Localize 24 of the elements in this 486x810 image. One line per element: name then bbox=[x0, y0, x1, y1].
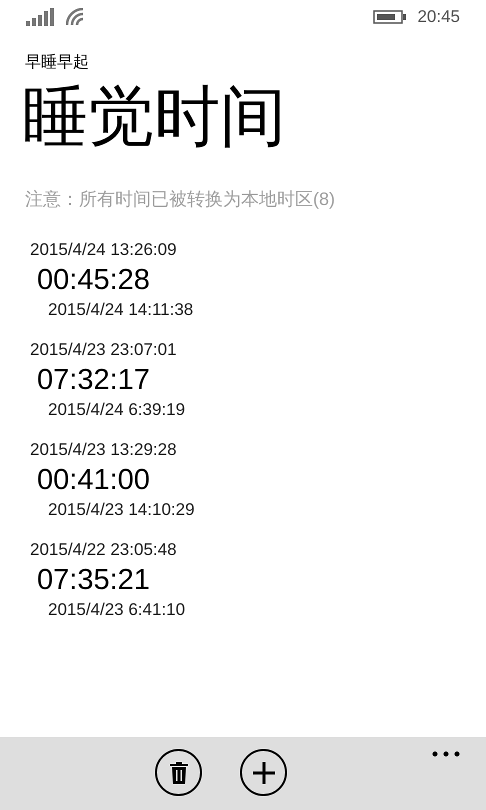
sleep-duration: 00:45:28 bbox=[37, 263, 150, 298]
start-time: 2015/4/23 23:07:01 bbox=[30, 339, 177, 361]
trash-icon bbox=[170, 762, 188, 784]
app-title: 早睡早起 bbox=[25, 52, 90, 73]
sleep-duration: 07:35:21 bbox=[37, 563, 150, 598]
page-title: 睡觉时间 bbox=[22, 78, 287, 155]
more-icon bbox=[432, 751, 460, 757]
start-time: 2015/4/22 23:05:48 bbox=[30, 539, 177, 561]
delete-button[interactable] bbox=[155, 749, 202, 796]
sleep-duration: 00:41:00 bbox=[37, 463, 150, 498]
end-time: 2015/4/23 6:41:10 bbox=[48, 599, 186, 621]
end-time: 2015/4/23 14:10:29 bbox=[48, 499, 195, 521]
end-time: 2015/4/24 6:39:19 bbox=[48, 399, 186, 421]
plus-icon bbox=[252, 760, 276, 784]
end-time: 2015/4/24 14:11:38 bbox=[48, 299, 194, 321]
timezone-note: 注意：所有时间已被转换为本地时区(8) bbox=[25, 188, 336, 211]
start-time: 2015/4/24 13:26:09 bbox=[30, 239, 177, 261]
signal-icon bbox=[26, 8, 56, 26]
add-button[interactable] bbox=[240, 749, 287, 796]
start-time: 2015/4/23 13:29:28 bbox=[30, 439, 177, 461]
sleep-duration: 07:32:17 bbox=[37, 363, 150, 398]
status-time: 20:45 bbox=[417, 6, 460, 28]
wifi-icon bbox=[66, 8, 86, 26]
battery-icon bbox=[373, 10, 408, 24]
